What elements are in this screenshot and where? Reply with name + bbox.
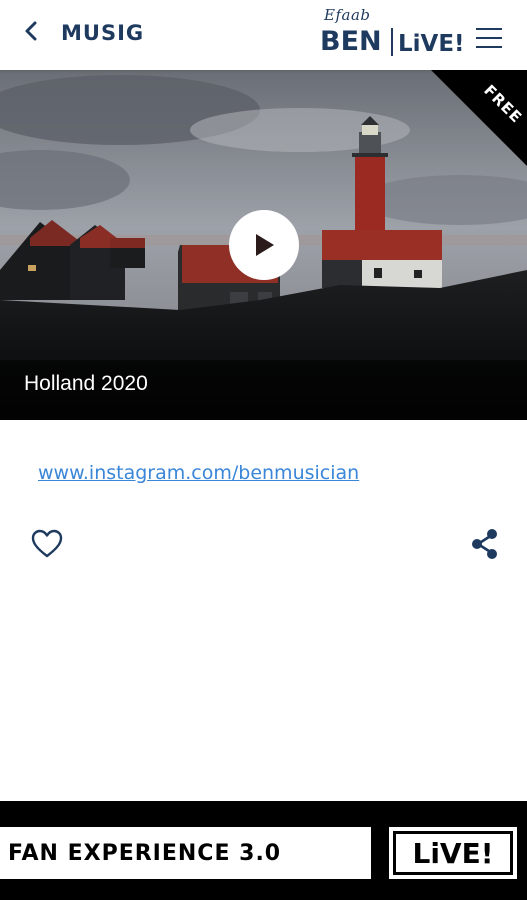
app: MUSIG Efaab BEN LiVE! FREE Holland 2020 … bbox=[0, 0, 527, 900]
brand-name: BEN bbox=[320, 26, 382, 57]
live-logo-label: LiVE! bbox=[393, 831, 513, 875]
share-button[interactable] bbox=[469, 528, 501, 560]
brand-logo[interactable]: Efaab BEN LiVE! bbox=[318, 6, 468, 58]
like-button[interactable] bbox=[30, 528, 64, 560]
play-button[interactable] bbox=[229, 210, 299, 280]
page-title: MUSIG bbox=[61, 21, 145, 45]
video-title: Holland 2020 bbox=[24, 372, 148, 395]
live-logo[interactable]: LiVE! bbox=[389, 827, 517, 879]
share-icon bbox=[472, 529, 497, 559]
back-button[interactable] bbox=[18, 16, 44, 46]
hamburger-menu-icon bbox=[476, 28, 502, 30]
fan-experience-label: FAN EXPERIENCE 3.0 bbox=[8, 841, 282, 866]
hamburger-menu-button[interactable] bbox=[476, 28, 502, 50]
video-player[interactable]: FREE Holland 2020 bbox=[0, 70, 527, 420]
brand-script: Efaab bbox=[324, 6, 371, 24]
heart-icon bbox=[31, 529, 63, 558]
footer-banner-bar: FAN EXPERIENCE 3.0 LiVE! bbox=[0, 801, 527, 900]
instagram-link[interactable]: www.instagram.com/benmusician bbox=[38, 462, 359, 484]
chevron-left-icon bbox=[25, 21, 37, 41]
brand-live: LiVE! bbox=[398, 31, 465, 57]
play-icon bbox=[256, 234, 274, 256]
fan-experience-banner[interactable]: FAN EXPERIENCE 3.0 bbox=[0, 827, 371, 879]
brand-divider bbox=[391, 28, 393, 56]
top-bar: MUSIG Efaab BEN LiVE! bbox=[0, 0, 527, 70]
